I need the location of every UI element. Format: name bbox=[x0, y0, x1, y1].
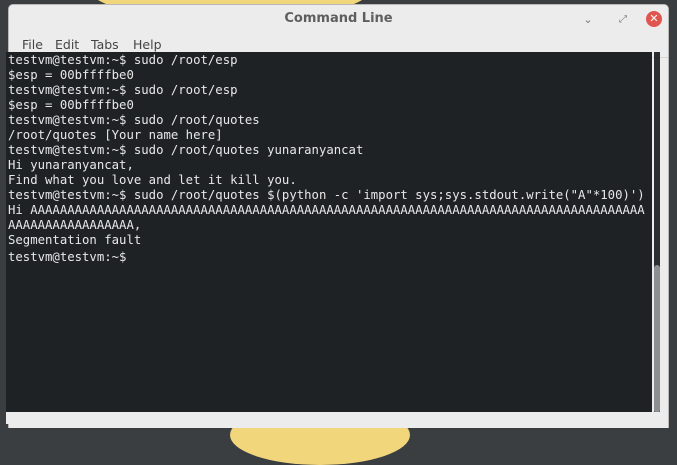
terminal-line: Hi yunaranyancat, bbox=[8, 158, 134, 172]
terminal-line: Find what you love and let it kill you. bbox=[8, 173, 297, 187]
window-bottom-edge bbox=[6, 412, 660, 424]
menu-edit[interactable]: Edit bbox=[55, 37, 79, 52]
menu-tabs[interactable]: Tabs bbox=[91, 37, 119, 52]
minimize-button[interactable]: ⌄ bbox=[579, 11, 597, 29]
terminal-line: testvm@testvm:~$ sudo /root/quotes bbox=[8, 113, 260, 127]
maximize-button[interactable]: ⤢ bbox=[614, 11, 632, 29]
scrollbar-thumb[interactable] bbox=[654, 265, 660, 413]
terminal-line: testvm@testvm:~$ sudo /root/esp bbox=[8, 53, 238, 67]
window-title: Command Line bbox=[284, 11, 393, 26]
terminal-line: testvm@testvm:~$ sudo /root/quotes $(pyt… bbox=[8, 188, 645, 202]
title-bar[interactable]: Command Line ⌄ ⤢ ✕ bbox=[9, 5, 668, 34]
terminal-prompt: testvm@testvm:~$ bbox=[8, 248, 648, 265]
close-button[interactable]: ✕ bbox=[646, 11, 662, 27]
menu-help[interactable]: Help bbox=[133, 37, 162, 52]
terminal-line: $esp = 00bffffbe0 bbox=[8, 98, 134, 112]
terminal-output[interactable]: testvm@testvm:~$ sudo /root/esp $esp = 00… bbox=[6, 52, 652, 412]
terminal-line: $esp = 00bffffbe0 bbox=[8, 68, 134, 82]
terminal-line: testvm@testvm:~$ sudo /root/quotes yunar… bbox=[8, 143, 364, 157]
terminal-line: Segmentation fault bbox=[8, 233, 142, 247]
vertical-scrollbar[interactable] bbox=[654, 52, 660, 413]
terminal-line: Hi AAAAAAAAAAAAAAAAAAAAAAAAAAAAAAAAAAAAA… bbox=[8, 203, 645, 232]
terminal-line: /root/quotes [Your name here] bbox=[8, 128, 223, 142]
text-cursor bbox=[134, 248, 141, 261]
prompt-text: testvm@testvm:~$ bbox=[8, 250, 134, 264]
menu-file[interactable]: File bbox=[22, 37, 43, 52]
terminal-line: testvm@testvm:~$ sudo /root/esp bbox=[8, 83, 238, 97]
